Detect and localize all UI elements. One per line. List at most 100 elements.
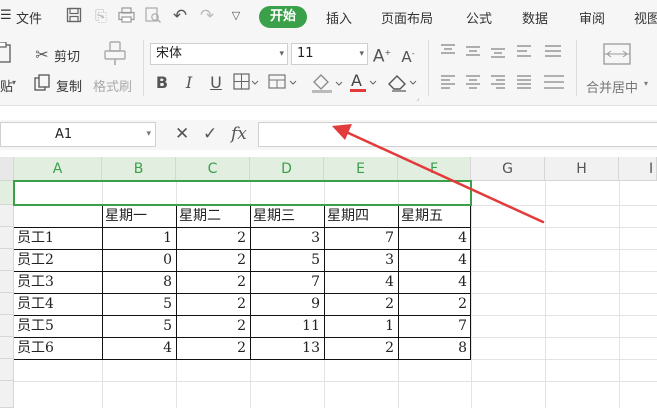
increase-font-icon[interactable]: A+	[372, 43, 392, 67]
value-cell[interactable]: 5	[250, 249, 324, 271]
column-header-d[interactable]: D	[250, 157, 324, 181]
orientation-icon[interactable]	[516, 43, 536, 64]
value-cell[interactable]: 8	[102, 271, 176, 293]
employee-name-cell[interactable]: 员工6	[14, 337, 102, 359]
tab-page-layout[interactable]: 页面布局	[381, 8, 433, 27]
column-header-i[interactable]: I	[619, 157, 657, 181]
save-icon[interactable]	[65, 7, 83, 25]
tab-review[interactable]: 审阅	[579, 8, 605, 27]
align-right-icon[interactable]	[490, 74, 506, 95]
employee-name-cell[interactable]: 员工5	[14, 315, 102, 337]
column-header-h[interactable]: H	[545, 157, 619, 181]
format-painter-button[interactable]: 格式刷	[93, 76, 132, 95]
value-cell[interactable]: 4	[398, 271, 471, 293]
value-cell[interactable]: 7	[398, 315, 471, 337]
align-top-icon[interactable]	[440, 43, 456, 64]
justify-icon[interactable]	[516, 74, 532, 95]
menu-icon[interactable]: ☰	[0, 8, 12, 23]
value-cell[interactable]: 1	[102, 227, 176, 249]
cell-style-icon[interactable]	[268, 72, 298, 97]
row-header[interactable]	[0, 359, 14, 381]
row-header[interactable]	[0, 315, 14, 337]
font-color-icon[interactable]: A	[348, 71, 378, 98]
tab-insert[interactable]: 插入	[326, 8, 352, 27]
value-cell[interactable]: 2	[176, 227, 250, 249]
value-cell[interactable]: 5	[102, 293, 176, 315]
row-header[interactable]	[0, 381, 14, 408]
value-cell[interactable]: 8	[398, 337, 471, 359]
value-cell[interactable]: 2	[176, 293, 250, 315]
employee-name-cell[interactable]: 员工2	[14, 249, 102, 271]
name-box[interactable]: A1 ▾	[0, 122, 156, 147]
value-cell[interactable]: 3	[324, 249, 398, 271]
table-header-cell[interactable]: 星期二	[176, 205, 250, 227]
row-header[interactable]	[0, 205, 14, 227]
selected-range-a1-f1[interactable]	[13, 180, 472, 206]
value-cell[interactable]: 4	[102, 337, 176, 359]
row-header[interactable]	[0, 271, 14, 293]
value-cell[interactable]: 2	[176, 337, 250, 359]
value-cell[interactable]: 2	[176, 271, 250, 293]
scissors-icon[interactable]: ✂	[33, 45, 51, 65]
export-icon[interactable]: ⎘	[92, 7, 110, 25]
print-icon[interactable]	[117, 7, 135, 25]
decrease-font-icon[interactable]: A-	[398, 44, 418, 67]
value-cell[interactable]: 4	[324, 271, 398, 293]
employee-name-cell[interactable]: 员工3	[14, 271, 102, 293]
redo-icon[interactable]: ↷	[198, 7, 216, 25]
select-all-corner[interactable]	[0, 157, 14, 181]
align-left-icon[interactable]	[440, 74, 456, 95]
row-header[interactable]	[0, 227, 14, 249]
font-size-select[interactable]: 11 ▾	[291, 43, 368, 65]
align-center-icon[interactable]	[465, 74, 481, 95]
value-cell[interactable]: 5	[102, 315, 176, 337]
italic-button[interactable]: I	[181, 73, 197, 93]
value-cell[interactable]: 4	[398, 249, 471, 271]
row-header[interactable]	[0, 181, 14, 205]
distributed-icon[interactable]	[543, 74, 565, 95]
print-preview-icon[interactable]	[144, 7, 162, 25]
value-cell[interactable]: 7	[324, 227, 398, 249]
copy-icon[interactable]	[33, 74, 51, 96]
table-header-cell[interactable]: 星期五	[398, 205, 471, 227]
format-painter-icon[interactable]	[100, 40, 130, 66]
customize-dropdown-icon[interactable]: ▽	[227, 7, 245, 25]
paste-dropdown-icon[interactable]: ▾	[12, 78, 16, 87]
cut-button[interactable]: 剪切	[54, 46, 80, 65]
row-header[interactable]	[0, 249, 14, 271]
column-header-b[interactable]: B	[102, 157, 176, 181]
table-header-cell[interactable]: 星期一	[102, 205, 176, 227]
employee-name-cell[interactable]: 员工4	[14, 293, 102, 315]
function-icon[interactable]: fx	[231, 123, 247, 145]
underline-button[interactable]: U	[208, 73, 224, 93]
merge-icon[interactable]	[602, 42, 632, 66]
column-header-f[interactable]: F	[398, 157, 471, 181]
value-cell[interactable]: 13	[250, 337, 324, 359]
value-cell[interactable]: 1	[324, 315, 398, 337]
undo-icon[interactable]: ↶	[171, 7, 189, 25]
employee-name-cell[interactable]: 员工1	[14, 227, 102, 249]
align-middle-icon[interactable]	[465, 43, 481, 64]
chevron-down-icon[interactable]: ▾	[644, 79, 648, 88]
cancel-icon[interactable]: ✕	[175, 123, 189, 145]
tab-view[interactable]: 视图	[634, 8, 657, 27]
copy-button[interactable]: 复制	[56, 76, 82, 95]
column-header-c[interactable]: C	[176, 157, 250, 181]
bold-button[interactable]: B	[154, 73, 170, 93]
row-header[interactable]	[0, 337, 14, 359]
confirm-icon[interactable]: ✓	[203, 123, 217, 145]
value-cell[interactable]: 0	[102, 249, 176, 271]
fill-color-icon[interactable]	[310, 72, 344, 99]
wrap-text-icon[interactable]	[544, 43, 564, 64]
column-header-a[interactable]: A	[14, 157, 102, 181]
tab-home[interactable]: 开始	[259, 6, 307, 28]
borders-icon[interactable]	[233, 72, 259, 97]
paste-icon[interactable]	[0, 41, 12, 63]
row-header[interactable]	[0, 293, 14, 315]
formula-input[interactable]	[258, 122, 657, 147]
value-cell[interactable]: 9	[250, 293, 324, 315]
tab-data[interactable]: 数据	[522, 8, 548, 27]
value-cell[interactable]: 2	[398, 293, 471, 315]
value-cell[interactable]: 3	[250, 227, 324, 249]
value-cell[interactable]: 2	[324, 337, 398, 359]
